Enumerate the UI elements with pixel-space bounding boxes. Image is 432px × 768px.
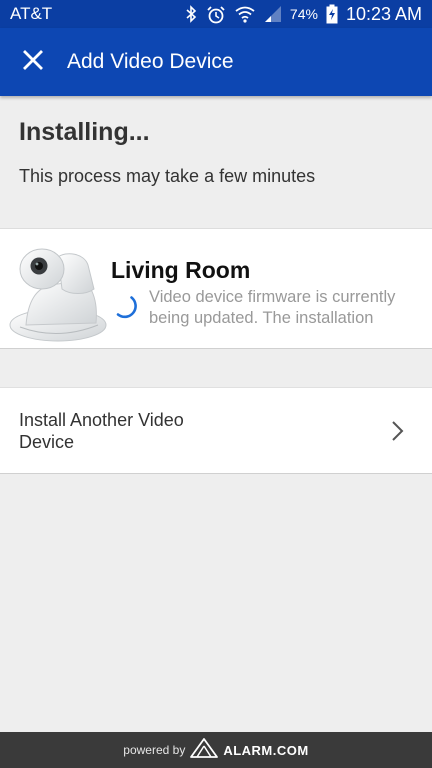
install-another-button[interactable]: Install Another Video Device [0, 387, 432, 474]
status-bar: AT&T 74% 10:23 AM [0, 0, 432, 28]
footer: powered by ALARM.COM [0, 732, 432, 768]
carrier-name: AT&T [10, 4, 53, 23]
alarm-clock-icon [206, 5, 226, 24]
app-bar: Add Video Device [0, 28, 432, 96]
close-button[interactable] [9, 38, 57, 86]
installing-header: Installing... This process may take a fe… [0, 96, 432, 228]
close-icon [23, 49, 43, 75]
page-title: Add Video Device [67, 50, 234, 73]
device-status-text: Video device firmware is currently being… [149, 288, 396, 327]
wifi-icon [234, 5, 256, 23]
chevron-right-icon [390, 419, 406, 443]
status-icons: 74% 10:23 AM [184, 4, 422, 25]
battery-charging-icon [326, 4, 338, 24]
battery-percent: 74% [289, 6, 318, 22]
camera-image [6, 241, 110, 345]
brand-name: ALARM.COM [223, 742, 309, 758]
device-card: Living Room Video device firmware is cur… [0, 228, 432, 349]
powered-by-text: powered by [123, 743, 186, 757]
cell-signal-icon [264, 5, 282, 23]
clock: 10:23 AM [345, 3, 422, 24]
process-note: This process may take a few minutes [19, 166, 316, 186]
loading-spinner-icon [112, 293, 138, 319]
bluetooth-icon [184, 5, 198, 23]
installing-title: Installing... [19, 118, 150, 146]
device-name: Living Room [111, 257, 251, 283]
alarm-com-logo-icon [189, 737, 219, 764]
install-another-label: Install Another Video Device [19, 410, 184, 452]
